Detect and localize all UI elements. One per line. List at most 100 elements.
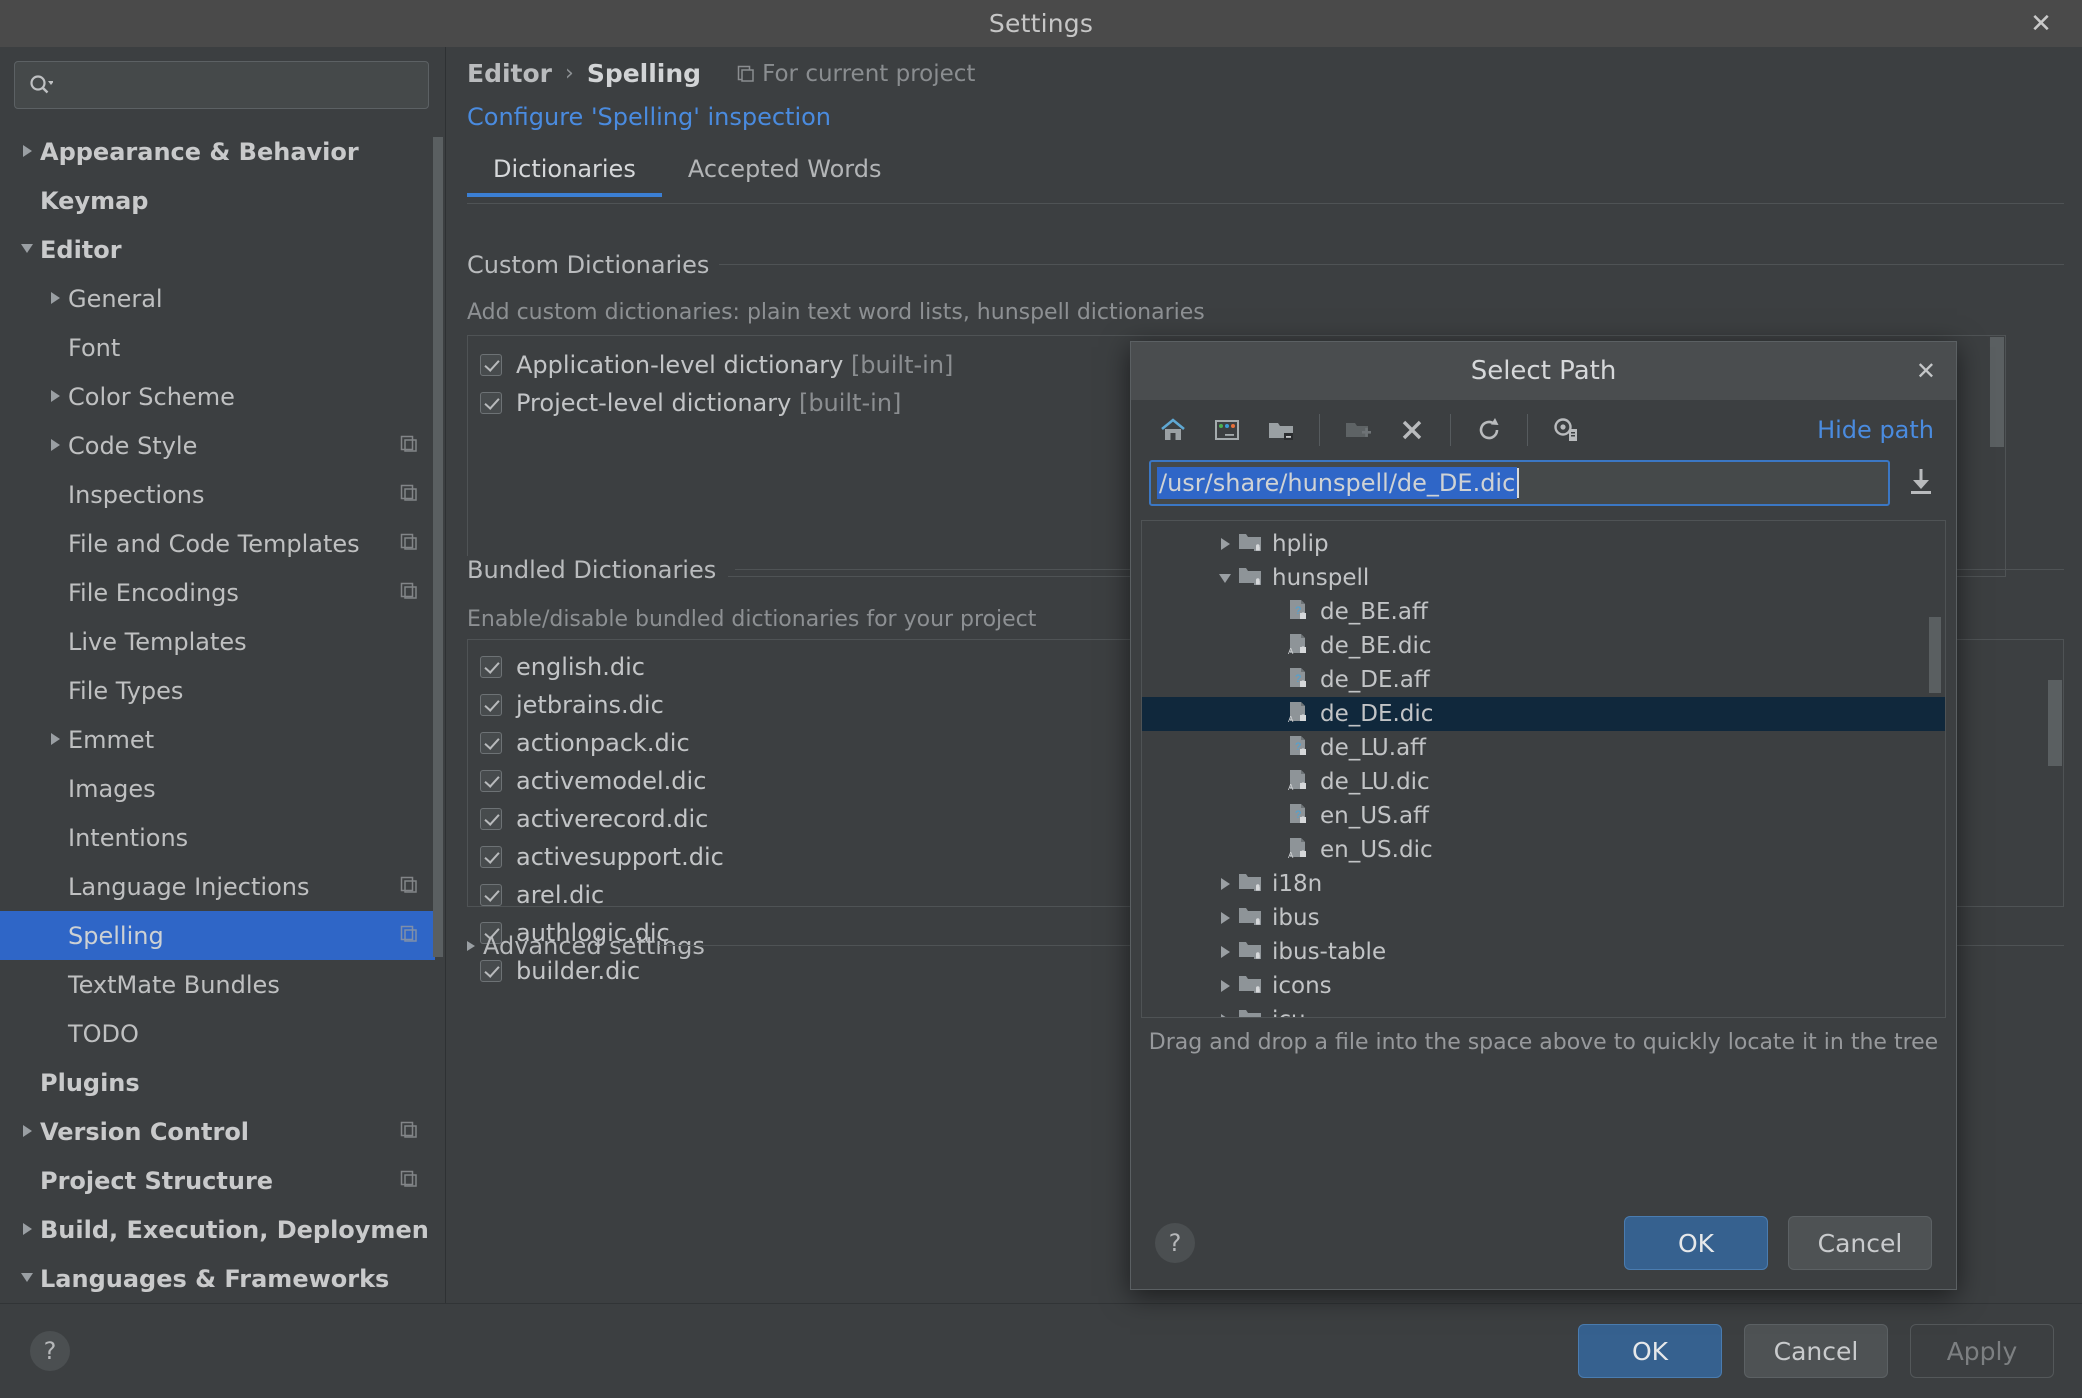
tab-accepted-words[interactable]: Accepted Words <box>662 151 908 197</box>
sidebar-item-spelling[interactable]: Spelling <box>0 911 435 960</box>
close-icon[interactable]: ✕ <box>2026 11 2056 37</box>
file-tree-folder-row[interactable]: icu <box>1142 1003 1945 1017</box>
tab-dictionaries[interactable]: Dictionaries <box>467 151 662 197</box>
chevron-right-icon[interactable] <box>1212 946 1238 958</box>
dialog-close-icon[interactable]: ✕ <box>1916 357 1936 385</box>
settings-tree[interactable]: Appearance & Behavior Keymap Editor General… <box>0 127 435 1303</box>
sidebar-item-intentions[interactable]: Intentions <box>0 813 435 862</box>
file-tree-file-row[interactable]: Ade_DE.dic <box>1142 697 1945 731</box>
file-tree-file-row[interactable]: Ade_BE.dic <box>1142 629 1945 663</box>
bundled-dictionary-label: english.dic <box>516 653 645 681</box>
ok-button[interactable]: OK <box>1578 1324 1722 1378</box>
breadcrumb-parent[interactable]: Editor <box>467 59 552 88</box>
sidebar-item-languages-frameworks[interactable]: Languages & Frameworks <box>0 1254 435 1303</box>
sidebar-item-editor[interactable]: Editor <box>0 225 435 274</box>
refresh-button[interactable] <box>1467 408 1511 452</box>
chevron-right-icon[interactable] <box>1212 1014 1238 1017</box>
dictionary-file-icon: A <box>1288 838 1306 860</box>
chevron-right-icon[interactable] <box>42 732 68 746</box>
sidebar-item-appearance-behavior[interactable]: Appearance & Behavior <box>0 127 435 176</box>
checkbox[interactable] <box>480 694 502 716</box>
chevron-right-icon[interactable] <box>14 1222 40 1236</box>
chevron-right-icon[interactable] <box>1212 980 1238 992</box>
delete-button[interactable] <box>1390 408 1434 452</box>
file-tree-folder-row[interactable]: i18n <box>1142 867 1945 901</box>
sidebar-item-plugins[interactable]: Plugins <box>0 1058 435 1107</box>
search-input[interactable] <box>14 61 429 109</box>
file-tree-folder-row[interactable]: ibus-table <box>1142 935 1945 969</box>
bundled-dictionaries-scrollbar-thumb[interactable] <box>2048 680 2062 766</box>
checkbox[interactable] <box>480 808 502 830</box>
sidebar-item-live-templates[interactable]: Live Templates <box>0 617 435 666</box>
show-hidden-files-button[interactable] <box>1544 408 1588 452</box>
sidebar-item-emmet[interactable]: Emmet <box>0 715 435 764</box>
dialog-cancel-button[interactable]: Cancel <box>1788 1216 1932 1270</box>
sidebar-item-file-and-code-templates[interactable]: File and Code Templates <box>0 519 435 568</box>
sidebar-item-color-scheme[interactable]: Color Scheme <box>0 372 435 421</box>
desktop-directory-button[interactable] <box>1205 408 1249 452</box>
sidebar-item-keymap[interactable]: Keymap <box>0 176 435 225</box>
sidebar-item-textmate-bundles[interactable]: TextMate Bundles <box>0 960 435 1009</box>
sidebar-item-file-types[interactable]: File Types <box>0 666 435 715</box>
file-tree-file-row[interactable]: ? de_LU.aff <box>1142 731 1945 765</box>
file-tree-file-row[interactable]: ? de_DE.aff <box>1142 663 1945 697</box>
dialog-ok-button[interactable]: OK <box>1624 1216 1768 1270</box>
file-tree-folder-row[interactable]: icons <box>1142 969 1945 1003</box>
file-tree-file-row[interactable]: ? en_US.aff <box>1142 799 1945 833</box>
custom-dictionaries-scrollbar-thumb[interactable] <box>1990 337 2004 447</box>
cancel-button[interactable]: Cancel <box>1744 1324 1888 1378</box>
advanced-settings-toggle[interactable]: Advanced settings <box>467 932 705 960</box>
chevron-right-icon[interactable] <box>42 438 68 452</box>
sidebar-item-build-execution-deploymen[interactable]: Build, Execution, Deploymen <box>0 1205 435 1254</box>
checkbox[interactable] <box>480 770 502 792</box>
checkbox[interactable] <box>480 732 502 754</box>
sidebar-item-version-control[interactable]: Version Control <box>0 1107 435 1156</box>
chevron-right-icon[interactable] <box>42 389 68 403</box>
file-tree-file-row[interactable]: Aen_US.dic <box>1142 833 1945 867</box>
sidebar-item-font[interactable]: Font <box>0 323 435 372</box>
help-button[interactable]: ? <box>30 1331 70 1371</box>
tab-bar[interactable]: Dictionaries Accepted Words <box>467 151 2064 203</box>
checkbox[interactable] <box>480 884 502 906</box>
file-tree[interactable]: hplip hunspell? de_BE.aff Ade_BE.dic? de_DE.… <box>1141 520 1946 1018</box>
checkbox[interactable] <box>480 354 502 376</box>
chevron-right-icon[interactable] <box>1212 878 1238 890</box>
chevron-right-icon[interactable] <box>1212 912 1238 924</box>
home-directory-button[interactable] <box>1151 408 1195 452</box>
file-tree-folder-row[interactable]: hplip <box>1142 527 1945 561</box>
new-folder-button[interactable] <box>1336 408 1380 452</box>
chevron-down-icon[interactable] <box>14 244 40 254</box>
sidebar-item-project-structure[interactable]: Project Structure <box>0 1156 435 1205</box>
file-tree-folder-row[interactable]: hunspell <box>1142 561 1945 595</box>
sidebar-item-general[interactable]: General <box>0 274 435 323</box>
chevron-right-icon[interactable] <box>14 144 40 158</box>
file-tree-file-row[interactable]: ? de_BE.aff <box>1142 595 1945 629</box>
sidebar-item-language-injections[interactable]: Language Injections <box>0 862 435 911</box>
settings-footer: ? OK Cancel Apply <box>0 1303 2082 1398</box>
checkbox[interactable] <box>480 656 502 678</box>
hide-path-link[interactable]: Hide path <box>1817 416 1934 444</box>
sidebar-item-file-encodings[interactable]: File Encodings <box>0 568 435 617</box>
sidebar-item-todo[interactable]: TODO <box>0 1009 435 1058</box>
checkbox[interactable] <box>480 846 502 868</box>
configure-spelling-inspection-link[interactable]: Configure 'Spelling' inspection <box>467 103 831 131</box>
chevron-down-icon[interactable] <box>14 1273 40 1283</box>
sidebar-scrollbar-thumb[interactable] <box>433 137 443 957</box>
path-input[interactable]: /usr/share/hunspell/de_DE.dic <box>1149 460 1890 506</box>
chevron-right-icon[interactable] <box>42 291 68 305</box>
chevron-right-icon[interactable] <box>14 1124 40 1138</box>
sidebar-item-code-style[interactable]: Code Style <box>0 421 435 470</box>
file-tree-folder-row[interactable]: ibus <box>1142 901 1945 935</box>
download-button[interactable] <box>1904 464 1938 502</box>
file-tree-scrollbar-thumb[interactable] <box>1929 617 1941 693</box>
sidebar-item-images[interactable]: Images <box>0 764 435 813</box>
chevron-down-icon[interactable] <box>1212 573 1238 583</box>
dialog-help-button[interactable]: ? <box>1155 1223 1195 1263</box>
chevron-right-icon[interactable] <box>1212 538 1238 550</box>
checkbox[interactable] <box>480 392 502 414</box>
file-tree-file-row[interactable]: Ade_LU.dic <box>1142 765 1945 799</box>
apply-button[interactable]: Apply <box>1910 1324 2054 1378</box>
checkbox[interactable] <box>480 960 502 982</box>
project-directory-button[interactable] <box>1259 408 1303 452</box>
sidebar-item-inspections[interactable]: Inspections <box>0 470 435 519</box>
